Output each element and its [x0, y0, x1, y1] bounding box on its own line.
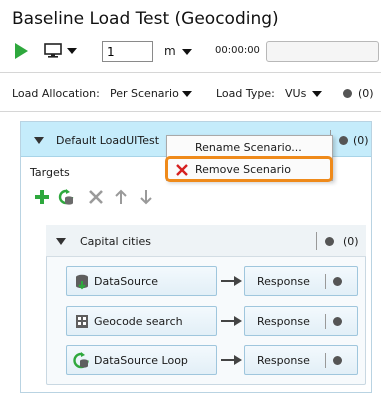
divider — [0, 111, 381, 112]
move-up-icon[interactable] — [113, 189, 129, 205]
connector-arrow — [221, 280, 235, 282]
page-title: Baseline Load Test (Geocoding) — [12, 9, 279, 29]
load-allocation-label: Load Allocation: — [12, 87, 100, 100]
response-label: Response — [257, 354, 310, 367]
component-label: Geocode search — [94, 315, 183, 328]
response-panel[interactable]: Response — [244, 345, 358, 375]
load-type-select[interactable]: VUs — [285, 87, 306, 100]
highlight-outline — [165, 156, 333, 182]
response-status-dot-icon — [333, 277, 342, 286]
separator — [316, 232, 317, 250]
monitor-dropdown-caret-icon[interactable] — [67, 48, 77, 54]
targets-label: Targets — [30, 166, 70, 179]
add-icon[interactable] — [34, 189, 50, 205]
connector-arrow — [221, 320, 235, 322]
divider — [0, 72, 381, 73]
collapse-triangle-icon[interactable] — [34, 137, 44, 144]
component-datasource[interactable]: DataSource — [66, 266, 217, 296]
allocation-count: (0) — [358, 87, 374, 100]
menu-item-rename-scenario[interactable]: Rename Scenario... — [195, 141, 302, 154]
arrow-head-icon — [234, 276, 242, 286]
progress-bar — [266, 41, 379, 62]
response-status-dot-icon — [333, 317, 342, 326]
separator — [325, 274, 326, 289]
elapsed-time: 00:00:00 — [215, 45, 260, 56]
response-status-dot-icon — [333, 356, 342, 365]
arrow-head-icon — [234, 316, 242, 326]
separator — [325, 353, 326, 368]
group-collapse-triangle-icon[interactable] — [56, 238, 66, 245]
component-label: DataSource — [94, 275, 159, 288]
load-type-caret-icon[interactable] — [312, 91, 322, 97]
move-down-icon[interactable] — [138, 189, 154, 205]
scenario-count: (0) — [353, 134, 369, 147]
play-icon[interactable] — [15, 43, 28, 59]
arrow-head-icon — [234, 355, 242, 365]
limit-input[interactable] — [102, 41, 153, 62]
connector-arrow — [221, 359, 235, 361]
response-panel[interactable]: Response — [244, 306, 358, 336]
load-allocation-select[interactable]: Per Scenario — [110, 87, 179, 100]
datasource-icon — [75, 274, 89, 294]
delete-icon[interactable] — [88, 189, 104, 205]
load-type-label: Load Type: — [216, 87, 275, 100]
response-label: Response — [257, 275, 310, 288]
component-geocode-search[interactable]: Geocode search — [66, 306, 217, 336]
status-dot-icon — [343, 89, 352, 98]
unit-dropdown-caret-icon[interactable] — [182, 49, 192, 55]
group-name: Capital cities — [80, 235, 152, 248]
load-allocation-caret-icon[interactable] — [182, 91, 192, 97]
scenario-name: Default LoadUITest — [56, 134, 160, 147]
monitor-icon[interactable] — [44, 43, 62, 58]
component-datasource-loop[interactable]: DataSource Loop — [66, 345, 217, 375]
group-count: (0) — [343, 235, 359, 248]
response-label: Response — [257, 315, 310, 328]
response-panel[interactable]: Response — [244, 266, 358, 296]
separator — [325, 314, 326, 329]
geocode-icon — [75, 314, 89, 333]
datasource-loop-icon — [73, 352, 91, 373]
scenario-status-dot-icon — [339, 136, 348, 145]
refresh-datasource-icon[interactable] — [58, 189, 74, 205]
limit-unit-select[interactable]: m — [164, 44, 176, 58]
group-status-dot-icon — [325, 237, 334, 246]
component-label: DataSource Loop — [94, 354, 188, 367]
